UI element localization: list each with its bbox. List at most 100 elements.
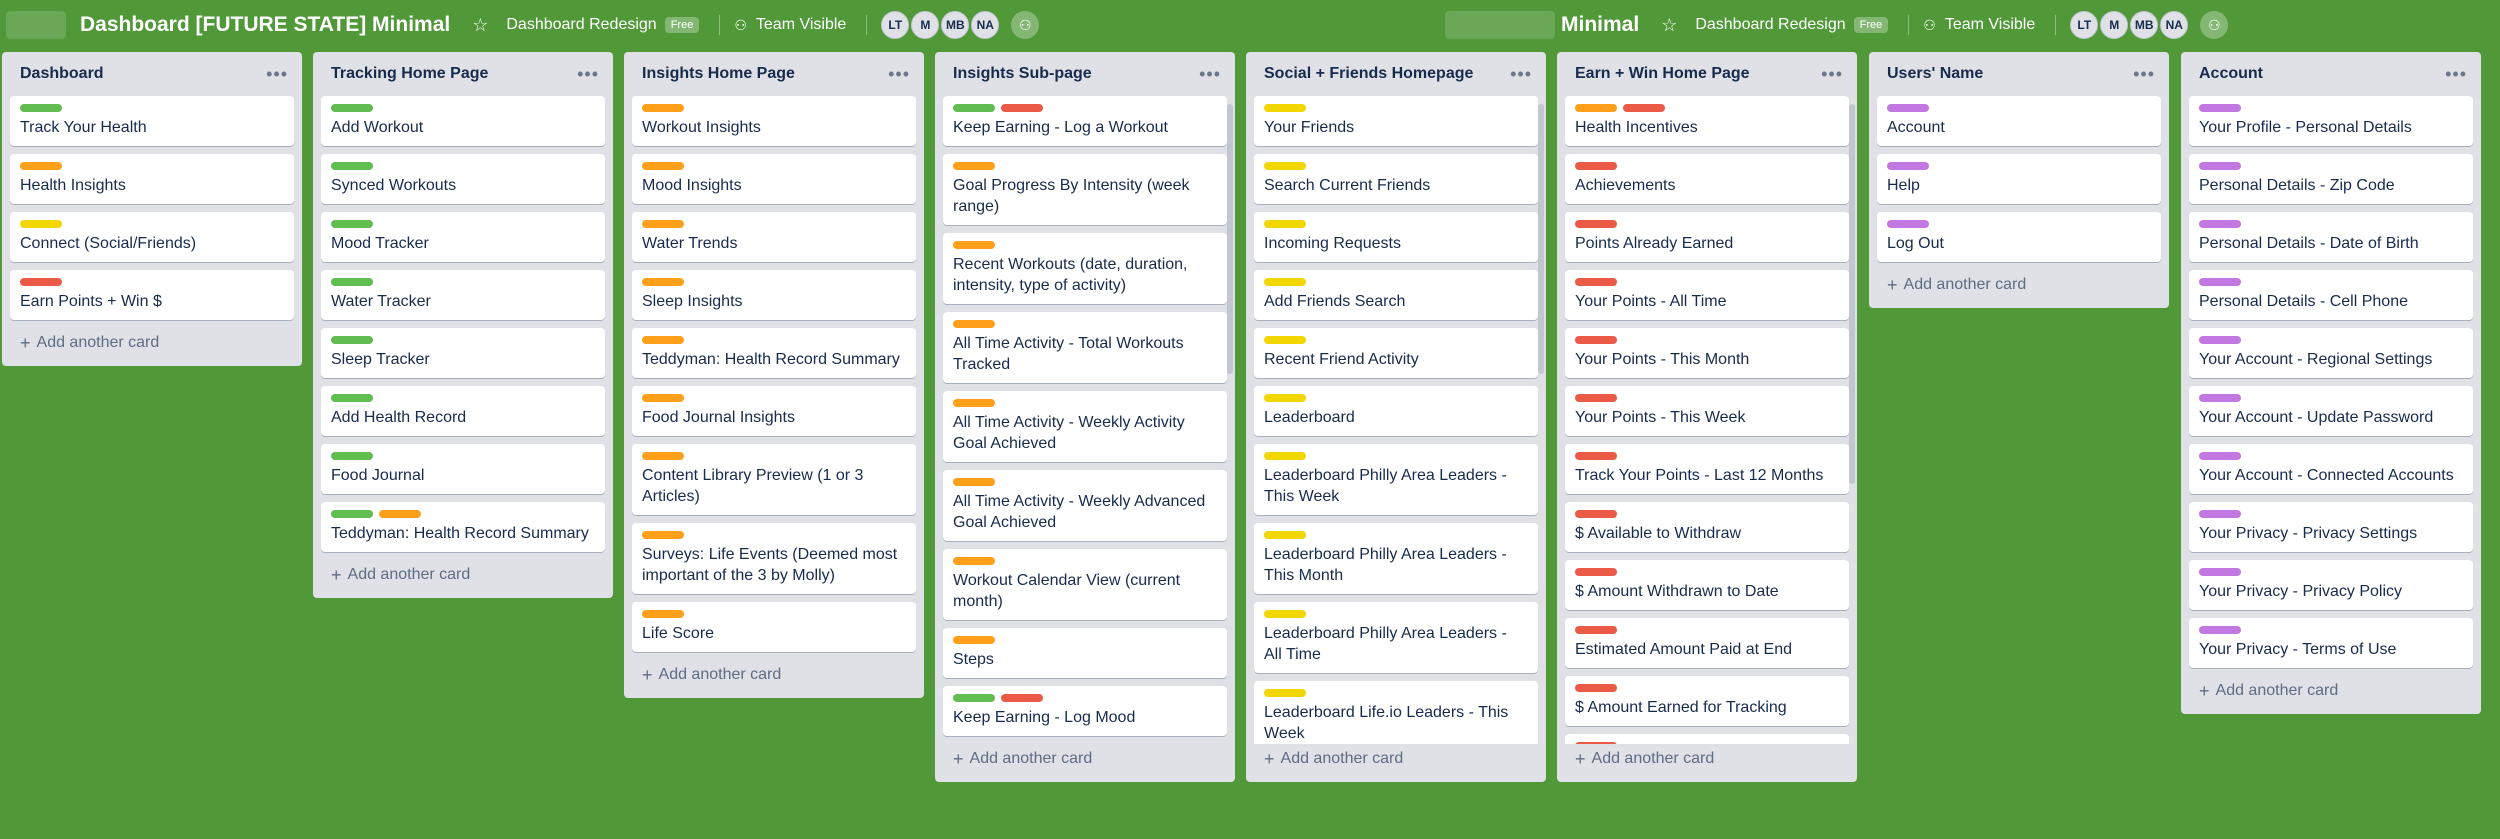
card[interactable]: Water Tracker (321, 270, 605, 320)
card-label-green[interactable] (331, 336, 373, 344)
card[interactable]: Your Points - This Week (1565, 386, 1849, 436)
card-label-green[interactable] (953, 694, 995, 702)
card[interactable]: Add Workout (321, 96, 605, 146)
card[interactable]: All Time Activity - Weekly Advanced Goal… (943, 470, 1227, 541)
card-label-orange[interactable] (953, 162, 995, 170)
add-card-button[interactable]: + Add another card (1565, 744, 1849, 774)
card-label-purple[interactable] (2199, 278, 2241, 286)
card-label-orange[interactable] (642, 278, 684, 286)
add-card-button[interactable]: + Add another card (632, 660, 916, 690)
card[interactable]: Mood Tracker (321, 212, 605, 262)
card-label-yellow[interactable] (20, 220, 62, 228)
card[interactable]: Health Incentives (1565, 96, 1849, 146)
card[interactable]: Mood Insights (632, 154, 916, 204)
card-label-orange[interactable] (642, 336, 684, 344)
card-label-red[interactable] (20, 278, 62, 286)
card-label-yellow[interactable] (1264, 531, 1306, 539)
card[interactable]: Goal Progress By Intensity (week range) (943, 154, 1227, 225)
list-title[interactable]: Tracking Home Page (331, 65, 488, 83)
card[interactable]: Steps (943, 628, 1227, 678)
card-label-green[interactable] (331, 394, 373, 402)
card[interactable]: Personal Details - Date of Birth (2189, 212, 2473, 262)
add-card-button[interactable]: + Add another card (1877, 270, 2161, 300)
card[interactable]: Your Account - Connected Accounts (2189, 444, 2473, 494)
card[interactable]: Help (1877, 154, 2161, 204)
list-menu-icon[interactable]: ••• (2445, 64, 2467, 85)
board-title[interactable]: Minimal (1561, 13, 1639, 37)
card-label-orange[interactable] (642, 531, 684, 539)
card-label-orange[interactable] (953, 320, 995, 328)
card-label-green[interactable] (331, 510, 373, 518)
card-label-purple[interactable] (2199, 568, 2241, 576)
card[interactable]: Your Account - Update Password (2189, 386, 2473, 436)
card[interactable]: Your Privacy - Terms of Use (2189, 618, 2473, 668)
card-label-green[interactable] (331, 452, 373, 460)
list-title[interactable]: Account (2199, 65, 2263, 83)
star-icon[interactable]: ☆ (472, 15, 488, 36)
team-name-button[interactable]: Dashboard Redesign (1695, 16, 1845, 34)
card[interactable]: Keep Earning - Log a Workout (943, 96, 1227, 146)
card[interactable]: Recent Workouts (date, duration, intensi… (943, 233, 1227, 304)
team-name-button[interactable]: Dashboard Redesign (506, 16, 656, 34)
avatar[interactable]: MB (2130, 11, 2159, 39)
avatar[interactable]: NA (2160, 11, 2189, 39)
card-label-yellow[interactable] (1264, 452, 1306, 460)
card[interactable]: Recent Friend Activity (1254, 328, 1538, 378)
card-label-green[interactable] (331, 220, 373, 228)
card-label-purple[interactable] (2199, 220, 2241, 228)
card-label-yellow[interactable] (1264, 689, 1306, 697)
card[interactable]: $ Amount Earned for Tracking (1565, 676, 1849, 726)
card[interactable]: Leaderboard Philly Area Leaders - All Ti… (1254, 602, 1538, 673)
card[interactable]: Synced Workouts (321, 154, 605, 204)
card[interactable]: All Time Activity - Weekly Activity Goal… (943, 391, 1227, 462)
card-label-red[interactable] (1575, 452, 1617, 460)
list-menu-icon[interactable]: ••• (577, 64, 599, 85)
avatar[interactable]: NA (971, 11, 1000, 39)
card-label-yellow[interactable] (1264, 336, 1306, 344)
card[interactable]: Account (1877, 96, 2161, 146)
card[interactable]: Your Points - All Time (1565, 270, 1849, 320)
card[interactable]: Life Score (632, 602, 916, 652)
card-label-yellow[interactable] (1264, 162, 1306, 170)
card[interactable]: Search Current Friends (1254, 154, 1538, 204)
card-label-yellow[interactable] (1264, 610, 1306, 618)
card[interactable]: Rewards Earned (1565, 734, 1849, 744)
card-label-green[interactable] (953, 104, 995, 112)
card[interactable]: Achievements (1565, 154, 1849, 204)
card[interactable]: Points Already Earned (1565, 212, 1849, 262)
card[interactable]: Track Your Health (10, 96, 294, 146)
card-label-orange[interactable] (953, 478, 995, 486)
card-label-orange[interactable] (642, 104, 684, 112)
add-card-button[interactable]: + Add another card (943, 744, 1227, 774)
card[interactable]: Personal Details - Cell Phone (2189, 270, 2473, 320)
card-label-green[interactable] (331, 162, 373, 170)
avatar[interactable]: LT (2070, 11, 2099, 39)
card[interactable]: Leaderboard Philly Area Leaders - This W… (1254, 444, 1538, 515)
card-label-purple[interactable] (2199, 510, 2241, 518)
avatar[interactable]: LT (881, 11, 910, 39)
list-menu-icon[interactable]: ••• (266, 64, 288, 85)
list-scrollbar[interactable] (1849, 104, 1855, 484)
list-title[interactable]: Dashboard (20, 65, 104, 83)
card[interactable]: Estimated Amount Paid at End (1565, 618, 1849, 668)
card[interactable]: Leaderboard Life.io Leaders - This Week (1254, 681, 1538, 744)
card-label-red[interactable] (1575, 336, 1617, 344)
card-label-red[interactable] (1575, 162, 1617, 170)
card[interactable]: Leaderboard Philly Area Leaders - This M… (1254, 523, 1538, 594)
add-card-button[interactable]: + Add another card (10, 328, 294, 358)
card[interactable]: Connect (Social/Friends) (10, 212, 294, 262)
card-label-purple[interactable] (1887, 104, 1929, 112)
card[interactable]: Add Friends Search (1254, 270, 1538, 320)
card-label-red[interactable] (1575, 278, 1617, 286)
card[interactable]: Your Points - This Month (1565, 328, 1849, 378)
card-label-orange[interactable] (1575, 104, 1617, 112)
card[interactable]: Food Journal (321, 444, 605, 494)
avatar[interactable]: M (2100, 11, 2129, 39)
card[interactable]: $ Amount Withdrawn to Date (1565, 560, 1849, 610)
card[interactable]: Workout Calendar View (current month) (943, 549, 1227, 620)
add-card-button[interactable]: + Add another card (321, 560, 605, 590)
card[interactable]: All Time Activity - Total Workouts Track… (943, 312, 1227, 383)
card-label-red[interactable] (1623, 104, 1665, 112)
card[interactable]: Content Library Preview (1 or 3 Articles… (632, 444, 916, 515)
add-card-button[interactable]: + Add another card (2189, 676, 2473, 706)
